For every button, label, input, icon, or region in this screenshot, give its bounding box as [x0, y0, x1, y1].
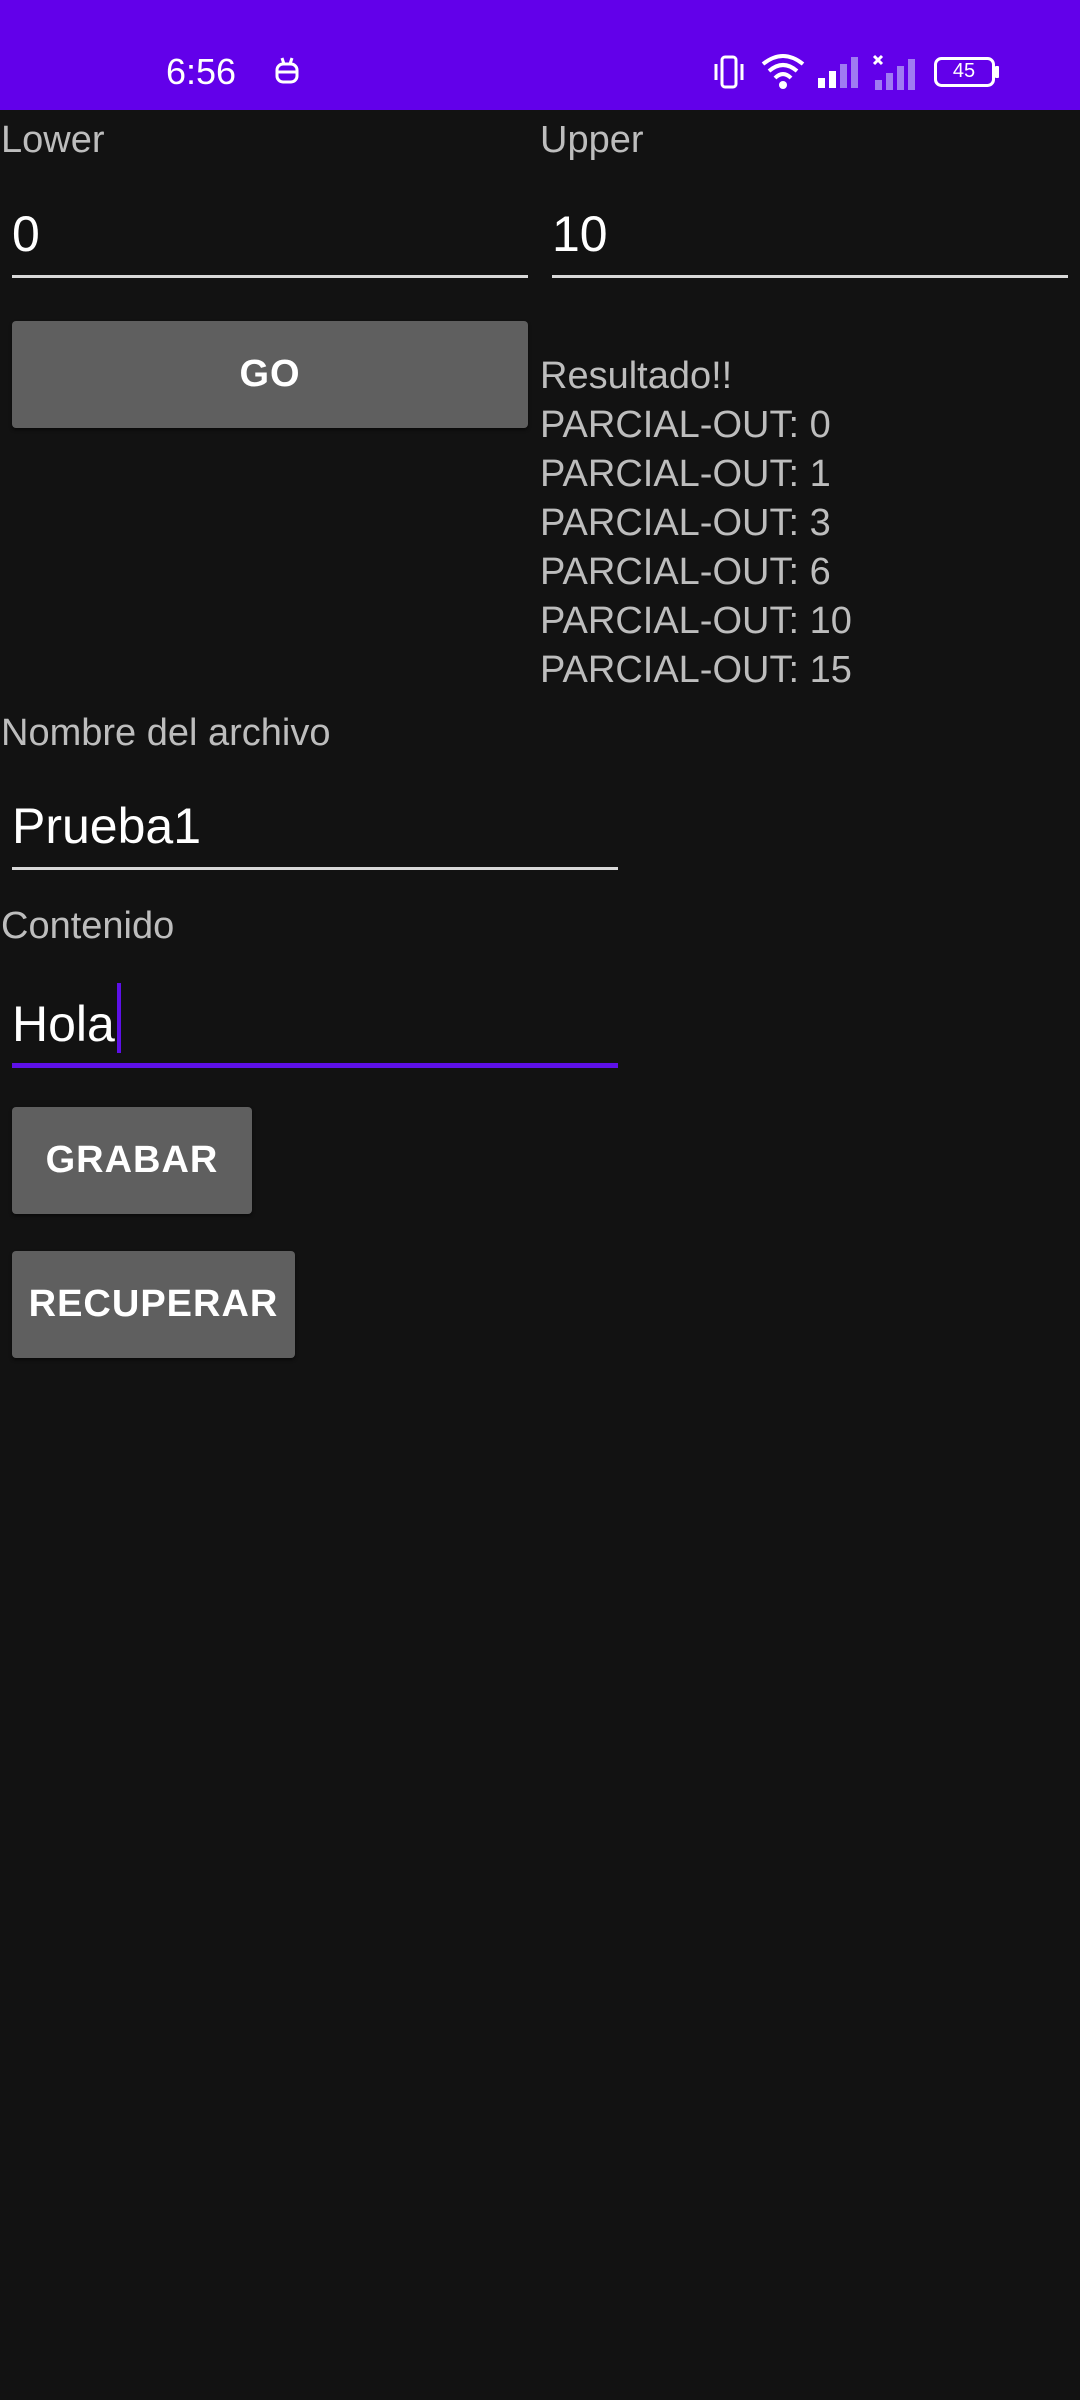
lower-label: Lower	[1, 119, 105, 161]
content-label: Contenido	[1, 905, 175, 947]
lower-input[interactable]: 0	[12, 204, 40, 264]
results-title: Resultado!!	[540, 355, 733, 397]
upper-input[interactable]: 10	[552, 204, 608, 264]
result-line: PARCIAL-OUT: 0	[540, 404, 831, 446]
recover-button[interactable]: RECUPERAR	[12, 1251, 295, 1358]
usb-debug-icon	[275, 57, 299, 84]
vibrate-icon	[714, 55, 744, 89]
result-line: PARCIAL-OUT: 10	[540, 600, 852, 642]
content-input-wrapper[interactable]: Hola	[12, 983, 121, 1054]
upper-label: Upper	[540, 119, 644, 161]
result-line: PARCIAL-OUT: 3	[540, 502, 831, 544]
wifi-icon	[761, 54, 805, 89]
file-name-input[interactable]: Prueba1	[12, 796, 201, 856]
lower-field[interactable]: 0	[12, 198, 528, 278]
file-name-underline	[12, 867, 618, 870]
file-name-label: Nombre del archivo	[1, 712, 331, 754]
upper-underline	[552, 275, 1068, 278]
go-button[interactable]: GO	[12, 321, 528, 428]
lower-underline	[12, 275, 528, 278]
text-caret	[116, 983, 121, 1053]
results-panel: Resultado!! PARCIAL-OUT: 0 PARCIAL-OUT: …	[540, 352, 852, 695]
save-button[interactable]: GRABAR	[12, 1107, 252, 1214]
battery-level: 45	[952, 60, 976, 82]
battery-icon: 45	[934, 57, 1000, 87]
no-signal-icon	[872, 54, 915, 90]
content-field[interactable]: Hola	[12, 983, 618, 1068]
upper-field[interactable]: 10	[552, 198, 1068, 278]
result-line: PARCIAL-OUT: 1	[540, 453, 831, 495]
file-name-field[interactable]: Prueba1	[12, 790, 618, 870]
status-bar: 6:56 45	[0, 0, 1080, 110]
result-line: PARCIAL-OUT: 15	[540, 649, 852, 691]
signal-icon	[818, 57, 858, 88]
result-line: PARCIAL-OUT: 6	[540, 551, 831, 593]
status-time: 6:56	[166, 51, 237, 92]
content-input[interactable]: Hola	[12, 996, 115, 1052]
content-underline	[12, 1063, 618, 1068]
